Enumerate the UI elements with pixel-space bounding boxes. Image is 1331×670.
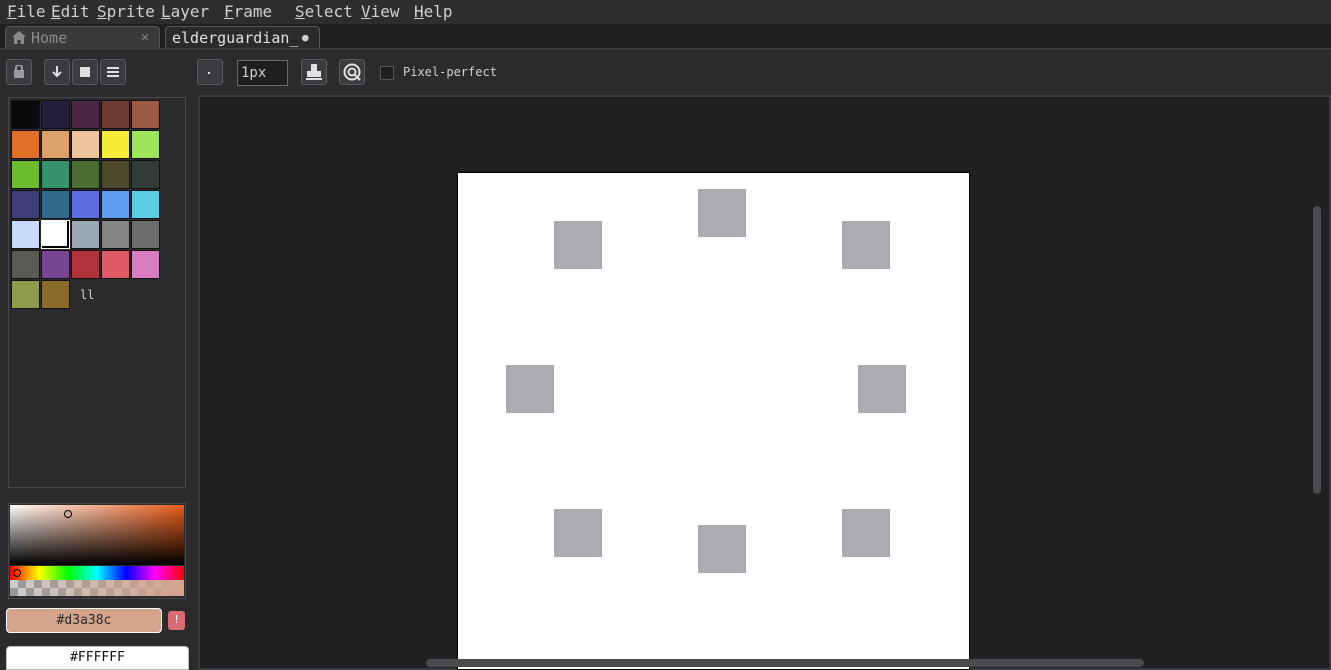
lock-button[interactable] <box>6 59 32 85</box>
palette-swatch[interactable] <box>41 160 70 189</box>
palette-swatch[interactable] <box>71 190 100 219</box>
palette-swatch[interactable] <box>71 250 100 279</box>
target-icon <box>343 63 361 81</box>
lock-icon <box>14 64 24 78</box>
sprite-pixel-block <box>698 189 746 237</box>
tab-home[interactable]: Home ✕ <box>5 26 160 48</box>
sv-handle[interactable] <box>64 510 72 518</box>
palette-swatch[interactable] <box>101 190 130 219</box>
sprite-pixel-block <box>698 525 746 573</box>
vertical-scrollbar[interactable] <box>1313 206 1321 494</box>
tab-document[interactable]: elderguardian_ ● <box>165 26 320 48</box>
palette-swatch[interactable] <box>41 130 70 159</box>
menu-icon <box>107 67 119 77</box>
stamp-icon <box>306 64 322 80</box>
palette-swatch[interactable] <box>41 100 70 129</box>
menu-edit[interactable]: Edit <box>51 2 90 21</box>
palette-swatch[interactable] <box>131 190 160 219</box>
tab-document-label: elderguardian_ <box>172 29 299 47</box>
sprite-pixel-block <box>554 509 602 557</box>
sprite-pixel-block <box>842 221 890 269</box>
palette-swatch[interactable] <box>101 100 130 129</box>
palette-swatch[interactable] <box>131 220 160 249</box>
palette-swatch[interactable] <box>131 130 160 159</box>
palette-swatch[interactable] <box>101 250 130 279</box>
palette-swatch[interactable] <box>41 190 70 219</box>
close-icon[interactable]: ✕ <box>141 30 149 45</box>
palette-swatch[interactable] <box>131 100 160 129</box>
arrow-down-icon <box>52 66 62 78</box>
modified-indicator-icon[interactable]: ● <box>302 31 309 44</box>
palette-swatch[interactable] <box>11 130 40 159</box>
palette-swatch[interactable] <box>101 220 130 249</box>
sprite-pixel-block <box>858 365 906 413</box>
brush-size-input[interactable]: 1px <box>237 60 288 86</box>
alpha-gradient <box>10 580 184 596</box>
palette-swatch[interactable] <box>11 250 40 279</box>
palette-menu-button[interactable] <box>100 59 126 85</box>
palette-swatch[interactable] <box>41 250 70 279</box>
sprite-pixel-block <box>554 221 602 269</box>
palette-swatch[interactable] <box>131 250 160 279</box>
palette-swatch[interactable] <box>11 280 40 309</box>
menu-select[interactable]: Select <box>295 2 353 21</box>
hue-slider[interactable] <box>10 566 184 580</box>
palette-swatch[interactable] <box>11 160 40 189</box>
menu-sprite[interactable]: Sprite <box>97 2 155 21</box>
menu-file[interactable]: File <box>7 2 46 21</box>
palette-swatch[interactable] <box>71 130 100 159</box>
pixel-perfect-checkbox[interactable] <box>380 66 394 80</box>
sprite-canvas[interactable] <box>457 172 970 670</box>
sprite-pixel-block <box>506 365 554 413</box>
menu-help[interactable]: Help <box>414 2 453 21</box>
palette-resize-handle[interactable]: ll <box>80 288 94 302</box>
dot-brush-icon <box>208 72 210 74</box>
palette-swatch[interactable] <box>41 280 70 309</box>
brush-type-button[interactable] <box>197 59 223 85</box>
menu-layer[interactable]: Layer <box>161 2 209 21</box>
palette-swatch[interactable] <box>71 220 100 249</box>
palette-swatch[interactable] <box>101 130 130 159</box>
home-icon <box>12 31 26 44</box>
foreground-color-button[interactable]: #d3a38c <box>6 608 162 633</box>
pixel-perfect-label: Pixel-perfect <box>403 65 497 79</box>
sprite-pixel-block <box>842 509 890 557</box>
move-down-button[interactable] <box>44 59 70 85</box>
warning-icon[interactable]: ! <box>168 611 185 630</box>
tab-bar: Home ✕ elderguardian_ ● <box>0 24 1331 50</box>
palette-swatch[interactable] <box>131 160 160 189</box>
menu-frame[interactable]: Frame <box>224 2 272 21</box>
menu-view[interactable]: View <box>361 2 400 21</box>
saturation-value-box[interactable] <box>10 505 184 565</box>
palette-swatch[interactable] <box>71 100 100 129</box>
palette-swatch[interactable] <box>41 220 70 249</box>
square-icon <box>80 67 90 77</box>
horizontal-scrollbar[interactable] <box>426 659 1144 667</box>
menu-bar: File Edit Sprite Layer Frame Select View… <box>0 0 1331 24</box>
palette-swatch[interactable] <box>101 160 130 189</box>
ink-mode-button[interactable] <box>301 59 327 85</box>
new-frame-button[interactable] <box>72 59 98 85</box>
palette-swatch[interactable] <box>11 190 40 219</box>
tab-home-label: Home <box>31 29 68 47</box>
background-color-button[interactable]: #FFFFFF <box>6 646 189 670</box>
palette-swatch[interactable] <box>11 220 40 249</box>
palette-swatch[interactable] <box>11 100 40 129</box>
hue-handle[interactable] <box>13 569 21 577</box>
contour-mode-button[interactable] <box>339 59 365 85</box>
palette-swatch[interactable] <box>71 160 100 189</box>
